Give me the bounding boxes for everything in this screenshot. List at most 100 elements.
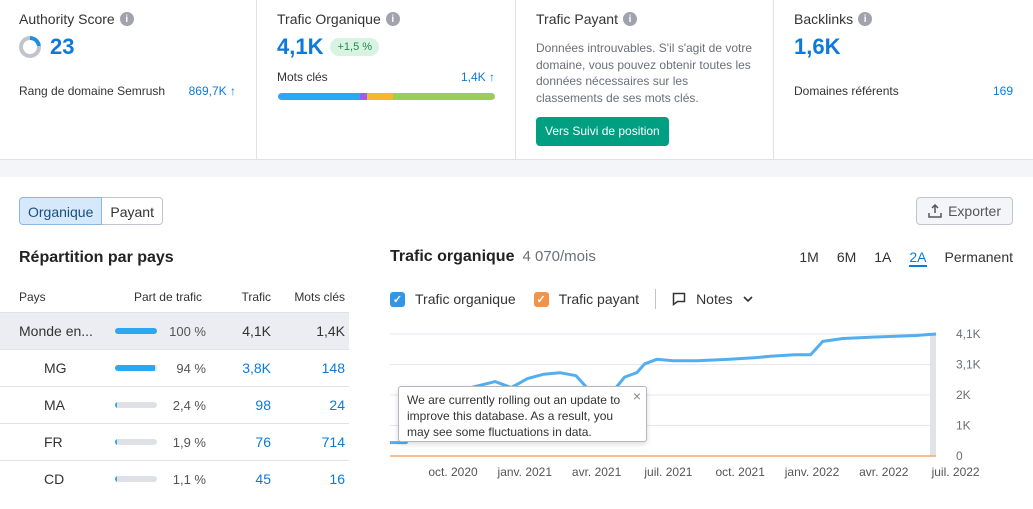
country-cell: Monde en...: [19, 323, 93, 339]
authority-score-value[interactable]: 23: [50, 34, 74, 60]
organic-traffic-value[interactable]: 4,1K: [277, 34, 323, 60]
share-value: 100 %: [169, 323, 206, 339]
header-keywords[interactable]: Mots clés: [271, 290, 345, 304]
paid-title: Trafic Payant: [536, 11, 618, 27]
country-section-title: Répartition par pays: [19, 249, 174, 266]
x-tick-label: avr. 2021: [572, 465, 622, 479]
update-notice-tooltip: We are currently rolling out an update t…: [398, 386, 647, 442]
referring-domains-label: Domaines référents: [794, 84, 899, 98]
notes-dropdown[interactable]: Notes: [696, 291, 733, 307]
x-tick-label: janv. 2021: [497, 465, 553, 479]
traffic-cell[interactable]: 98: [206, 397, 271, 413]
chart-title: Trafic organique: [390, 248, 515, 265]
paid-empty-text: Données introuvables. S'il s'agit de vot…: [536, 41, 753, 105]
backlinks-title: Backlinks: [794, 11, 854, 27]
period-selector: 1M 6M 1A 2A Permanent: [799, 249, 1013, 267]
period-1a[interactable]: 1A: [874, 249, 891, 267]
export-button[interactable]: Exporter: [916, 197, 1013, 225]
share-bar-fill: [115, 365, 155, 371]
authority-donut-icon: [19, 36, 41, 58]
share-bar: [115, 402, 158, 408]
organic-traffic-card[interactable]: Trafic Organique i 4,1K +1,5 % Mots clés …: [258, 0, 516, 160]
traffic-cell: 4,1K: [242, 323, 271, 339]
share-bar-fill: [115, 328, 158, 334]
traffic-type-toggle: Organique Payant: [19, 197, 163, 225]
share-value: 1,9 %: [172, 434, 206, 450]
tab-paid[interactable]: Payant: [102, 197, 163, 225]
traffic-cell[interactable]: 76: [206, 434, 271, 450]
table-row[interactable]: FR 1,9 % 76 714: [0, 423, 349, 460]
period-6m[interactable]: 6M: [837, 249, 856, 267]
chevron-down-icon[interactable]: [743, 294, 753, 304]
keywords-value[interactable]: 1,4K ↑: [461, 70, 495, 84]
info-icon[interactable]: i: [119, 12, 134, 26]
share-cell: 1,9 %: [96, 435, 206, 450]
period-permanent[interactable]: Permanent: [945, 249, 1013, 267]
info-icon[interactable]: i: [385, 12, 400, 26]
organic-change-badge: +1,5 %: [330, 38, 380, 56]
checkbox-organic-icon[interactable]: ✓: [390, 291, 405, 307]
keywords-cell[interactable]: 148: [271, 360, 345, 376]
x-tick-label: juil. 2021: [643, 465, 692, 479]
paid-traffic-card: Trafic Payant i Données introuvables. S'i…: [517, 0, 774, 160]
y-tick-label: 2K: [956, 388, 971, 402]
current-period-marker: [930, 334, 936, 456]
info-icon[interactable]: i: [622, 12, 637, 26]
checkbox-paid-icon[interactable]: ✓: [533, 291, 549, 307]
country-cell: MG: [44, 360, 67, 376]
rank-value[interactable]: 869,7K ↑: [189, 84, 236, 98]
chart-header: Trafic organique 4 070/mois: [390, 248, 596, 266]
backlinks-value[interactable]: 1,6K: [794, 34, 1013, 60]
x-tick-label: oct. 2021: [716, 465, 766, 479]
keywords-cell[interactable]: 24: [271, 397, 345, 413]
table-row[interactable]: CD 1,1 % 45 16: [0, 460, 349, 497]
header-traffic[interactable]: Trafic: [206, 290, 271, 304]
share-bar-fill: [115, 439, 117, 445]
table-row[interactable]: MA 2,4 % 98 24: [0, 386, 349, 423]
upload-icon: [928, 204, 942, 218]
period-2a[interactable]: 2A: [909, 249, 927, 267]
legend-divider: [655, 289, 657, 309]
y-tick-label: 4,1K: [956, 327, 981, 341]
share-bar: [115, 439, 158, 445]
authority-title: Authority Score: [19, 11, 115, 27]
header-country[interactable]: Pays: [19, 290, 96, 304]
traffic-cell[interactable]: 3,8K: [206, 360, 271, 376]
keywords-cell[interactable]: 16: [271, 471, 345, 487]
info-icon[interactable]: i: [858, 12, 873, 26]
notes-icon: [672, 292, 686, 306]
backlinks-card[interactable]: Backlinks i 1,6K Domaines référents 169: [775, 0, 1033, 160]
share-cell: 94 %: [96, 361, 206, 376]
tab-organic[interactable]: Organique: [19, 197, 103, 225]
table-header: Pays Part de trafic Trafic Mots clés: [0, 282, 349, 312]
organic-title: Trafic Organique: [277, 11, 381, 27]
position-tracking-button[interactable]: Vers Suivi de position: [536, 117, 669, 146]
x-tick-label: juil. 2022: [931, 465, 980, 479]
table-row[interactable]: Monde en... 100 % 4,1K 1,4K: [0, 312, 349, 349]
country-cell: CD: [44, 471, 65, 487]
keywords-distribution-bar[interactable]: [278, 93, 495, 100]
period-1m[interactable]: 1M: [799, 249, 818, 267]
x-tick-label: avr. 2022: [859, 465, 909, 479]
legend-organic[interactable]: Trafic organique: [415, 291, 516, 307]
traffic-panel: Organique Payant Exporter Répartition pa…: [0, 177, 1033, 509]
keywords-cell: 1,4K: [316, 323, 345, 339]
keywords-cell[interactable]: 714: [271, 434, 345, 450]
chart-legend: ✓ Trafic organique ✓ Trafic payant Notes: [390, 289, 753, 309]
share-cell: 2,4 %: [96, 398, 206, 413]
table-row[interactable]: MG 94 % 3,8K 148: [0, 349, 349, 386]
share-bar: [115, 476, 158, 482]
authority-score-card[interactable]: Authority Score i 23 Rang de domaine Semr…: [0, 0, 257, 160]
close-icon[interactable]: ×: [633, 388, 641, 404]
summary-cards: Authority Score i 23 Rang de domaine Semr…: [0, 0, 1033, 160]
country-cell: FR: [44, 434, 63, 450]
rank-label: Rang de domaine Semrush: [19, 84, 166, 98]
header-share[interactable]: Part de trafic: [96, 290, 206, 304]
share-value: 1,1 %: [172, 471, 206, 487]
tooltip-text: We are currently rolling out an update t…: [407, 393, 621, 439]
traffic-cell[interactable]: 45: [206, 471, 271, 487]
referring-domains-value[interactable]: 169: [993, 84, 1013, 98]
legend-paid[interactable]: Trafic payant: [559, 291, 639, 307]
chart-monthly-value: 4 070/mois: [522, 248, 596, 265]
country-cell: MA: [44, 397, 65, 413]
